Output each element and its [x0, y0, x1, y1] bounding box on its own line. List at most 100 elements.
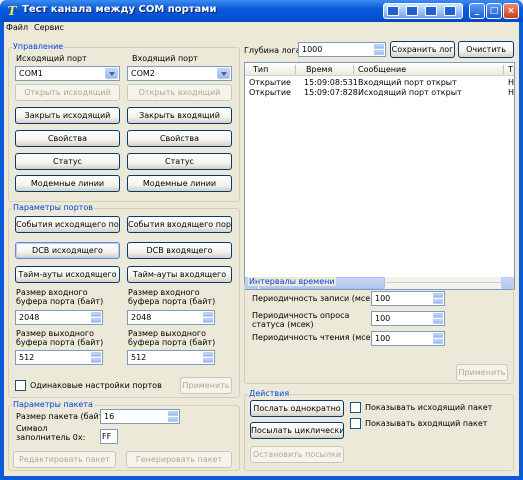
log-cell-type: Открытие: [249, 88, 291, 97]
spin-down-icon[interactable]: [91, 358, 101, 363]
spin-down-icon[interactable]: [168, 417, 178, 422]
out-in-buf-spinner[interactable]: 2048: [15, 310, 103, 325]
show-in-label: Показывать входящий пакет: [365, 419, 488, 428]
clear-log-button[interactable]: Очистить: [458, 41, 514, 58]
timeouts-out-button[interactable]: Тайм-ауты исходящего: [15, 266, 120, 283]
spin-down-icon[interactable]: [433, 319, 443, 324]
write-period-value: 100: [375, 294, 391, 303]
open-out-button[interactable]: Открыть исходящий: [15, 84, 120, 101]
close-icon[interactable]: ×: [503, 3, 519, 19]
chevron-down-icon[interactable]: [105, 68, 118, 79]
spinner-arrows: [433, 333, 443, 344]
in-in-buf-label: буфера порта (байт): [128, 297, 216, 306]
write-period-label: Периодичность записи (мсек): [252, 294, 379, 303]
column-time[interactable]: Время: [306, 65, 332, 74]
log-row[interactable]: Открытие 15:09:08:531 Входящий порт откр…: [245, 78, 514, 88]
spin-down-icon[interactable]: [433, 339, 443, 344]
in-out-buf-label: буфера порта (байт): [128, 338, 216, 347]
generate-packet-button[interactable]: Генерировать пакет: [126, 451, 232, 468]
intervals-group-title: Интервалы времени: [248, 277, 336, 286]
in-in-buf-label: Размер входного: [128, 288, 200, 297]
spin-down-icon[interactable]: [203, 318, 213, 323]
spinner-arrows: [203, 312, 213, 323]
minimize-icon[interactable]: _: [469, 3, 485, 19]
chevron-down-icon[interactable]: [217, 68, 230, 79]
read-period-spinner[interactable]: 100: [371, 331, 445, 346]
spin-down-icon[interactable]: [203, 358, 213, 363]
out-out-buf-spinner[interactable]: 512: [15, 350, 103, 365]
spin-up-icon[interactable]: [203, 312, 213, 317]
in-port-value: COM2: [131, 69, 155, 78]
app-window: T Тест канала между COM портами _ □ × Фа…: [0, 0, 523, 480]
title-bar-extension[interactable]: [383, 3, 463, 19]
out-port-value: COM1: [19, 69, 43, 78]
spin-up-icon[interactable]: [203, 352, 213, 357]
status-out-button[interactable]: Статус: [15, 153, 120, 170]
spin-up-icon[interactable]: [433, 293, 443, 298]
fill-char-input[interactable]: FF: [100, 429, 118, 444]
open-in-button[interactable]: Открыть входящий: [127, 84, 232, 101]
spin-up-icon[interactable]: [433, 333, 443, 338]
status-in-button[interactable]: Статус: [127, 153, 232, 170]
extension-icon[interactable]: [387, 6, 399, 16]
props-out-button[interactable]: Свойства: [15, 130, 120, 147]
events-in-button[interactable]: События входящего порта: [127, 216, 232, 233]
events-out-button[interactable]: События исходящего порта: [15, 216, 120, 233]
fill-char-label: заполнитель 0x:: [16, 433, 86, 442]
close-in-button[interactable]: Закрыть входящий: [127, 107, 232, 124]
in-port-select[interactable]: COM2: [127, 66, 232, 81]
spinner-arrows: [203, 352, 213, 363]
close-out-button[interactable]: Закрыть исходящий: [15, 107, 120, 124]
menu-service[interactable]: Сервис: [34, 23, 64, 32]
column-type[interactable]: Тип: [253, 65, 268, 74]
log-depth-spinner[interactable]: 1000: [298, 42, 386, 57]
column-separator: [295, 65, 296, 74]
spin-down-icon[interactable]: [433, 299, 443, 304]
spin-up-icon[interactable]: [91, 352, 101, 357]
same-settings-checkbox[interactable]: [15, 380, 26, 391]
send-once-button[interactable]: Послать однократно: [250, 400, 344, 417]
extension-icon[interactable]: [406, 6, 418, 16]
write-period-spinner[interactable]: 100: [371, 291, 445, 306]
port-apply-button[interactable]: Применить: [180, 377, 232, 394]
dcb-in-button[interactable]: DCB входящего: [127, 242, 232, 259]
save-log-button[interactable]: Сохранить лог: [390, 41, 455, 58]
send-cyclic-button[interactable]: Посылать циклически: [250, 422, 344, 439]
log-list[interactable]: Тип Время Сообщение Т Открытие 15:09:08:…: [244, 62, 515, 290]
modem-in-button[interactable]: Модемные линии: [127, 175, 232, 192]
log-row[interactable]: Открытие 15:09:07:828 Исходящий порт отк…: [245, 88, 514, 98]
spin-up-icon[interactable]: [168, 411, 178, 416]
extension-icon[interactable]: [425, 6, 437, 16]
stop-sending-button[interactable]: Остановить посылки: [250, 446, 344, 463]
column-message[interactable]: Сообщение: [358, 65, 406, 74]
show-out-checkbox[interactable]: [350, 402, 361, 413]
out-port-select[interactable]: COM1: [15, 66, 120, 81]
show-in-checkbox[interactable]: [350, 418, 361, 429]
spinner-arrows: [374, 44, 384, 55]
intervals-apply-button[interactable]: Применить: [456, 364, 508, 381]
maximize-icon[interactable]: □: [486, 3, 502, 19]
timeouts-in-button[interactable]: Тайм-ауты входящего: [127, 266, 232, 283]
spin-up-icon[interactable]: [91, 312, 101, 317]
poll-period-label: Периодичность опроса: [252, 311, 350, 320]
spin-up-icon[interactable]: [374, 44, 384, 49]
log-list-header: Тип Время Сообщение Т: [245, 63, 514, 76]
edit-packet-button[interactable]: Редактировать пакет: [13, 451, 116, 468]
in-out-buf-spinner[interactable]: 512: [127, 350, 215, 365]
column-extra[interactable]: Т: [508, 65, 513, 74]
fill-char-value: FF: [102, 432, 112, 441]
title-bar[interactable]: T Тест канала между COM портами _ □ ×: [0, 0, 523, 22]
modem-out-button[interactable]: Модемные линии: [15, 175, 120, 192]
out-in-buf-label: буфера порта (байт): [16, 297, 104, 306]
spin-up-icon[interactable]: [433, 313, 443, 318]
props-in-button[interactable]: Свойства: [127, 130, 232, 147]
spin-down-icon[interactable]: [374, 50, 384, 55]
extension-icon[interactable]: [444, 6, 456, 16]
menu-file[interactable]: Файл: [6, 23, 28, 32]
in-in-buf-spinner[interactable]: 2048: [127, 310, 215, 325]
log-depth-value: 1000: [302, 45, 323, 54]
spin-down-icon[interactable]: [91, 318, 101, 323]
dcb-out-button[interactable]: DCB исходящего: [15, 242, 120, 259]
packet-size-spinner[interactable]: 16: [100, 409, 180, 424]
poll-period-spinner[interactable]: 100: [371, 311, 445, 326]
